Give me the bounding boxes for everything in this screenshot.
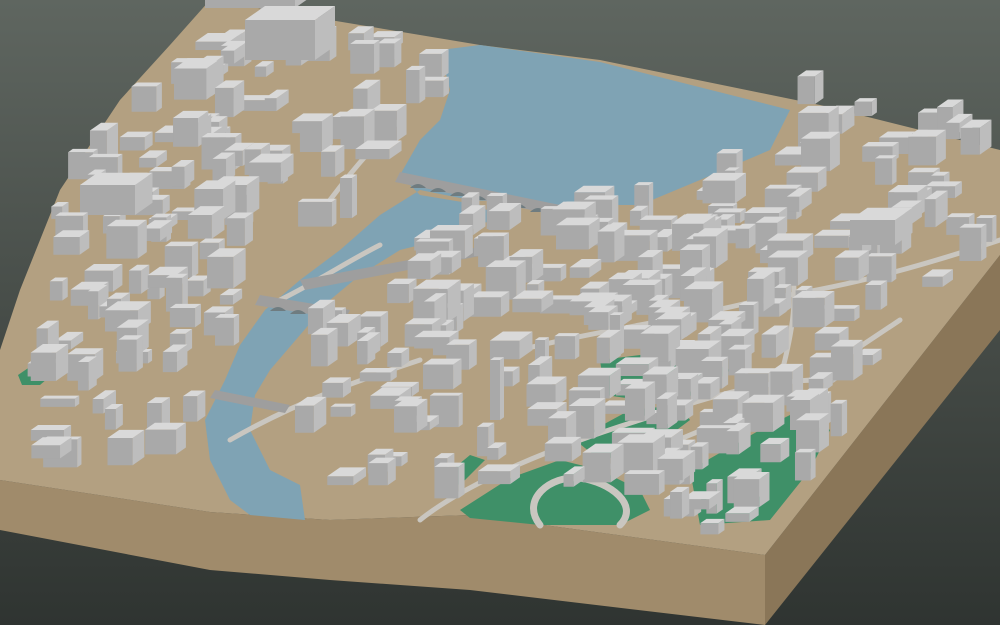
building <box>866 253 897 283</box>
building <box>733 471 770 508</box>
building <box>470 291 510 317</box>
building <box>207 248 246 289</box>
building <box>792 290 835 328</box>
building <box>119 131 153 151</box>
building <box>80 172 153 215</box>
building <box>377 38 402 68</box>
building <box>582 443 624 483</box>
building <box>796 413 829 453</box>
building <box>423 358 462 390</box>
building <box>322 377 351 398</box>
building <box>760 437 790 463</box>
building <box>226 212 253 246</box>
building <box>131 82 162 112</box>
building <box>298 198 337 227</box>
building <box>169 303 201 328</box>
building <box>554 333 580 360</box>
building <box>174 60 218 100</box>
building <box>702 172 746 204</box>
building <box>960 119 992 155</box>
building <box>490 357 504 420</box>
building <box>183 390 206 422</box>
building <box>597 224 625 263</box>
building <box>624 470 665 495</box>
city-model-canvas <box>0 0 1000 625</box>
building <box>700 518 725 535</box>
building <box>670 486 690 519</box>
building <box>299 113 333 153</box>
building <box>370 104 407 142</box>
building <box>830 339 863 381</box>
building <box>544 436 582 462</box>
building <box>959 223 987 262</box>
building <box>215 314 240 346</box>
building <box>330 403 356 417</box>
building <box>106 219 147 259</box>
building <box>797 70 824 105</box>
building <box>350 40 380 74</box>
building <box>394 398 428 433</box>
building <box>908 129 946 166</box>
building <box>30 344 69 381</box>
building <box>640 325 681 362</box>
building <box>186 275 211 297</box>
building <box>53 230 90 255</box>
building <box>359 367 397 382</box>
building <box>854 98 877 117</box>
building <box>875 155 897 185</box>
building <box>128 264 150 294</box>
building <box>49 277 68 301</box>
building <box>77 356 97 391</box>
building <box>477 464 520 485</box>
building <box>834 250 869 281</box>
building <box>40 395 80 407</box>
building <box>656 392 677 429</box>
building <box>406 65 426 104</box>
building <box>368 457 396 486</box>
building <box>214 80 245 118</box>
building <box>340 174 357 218</box>
building <box>735 223 756 249</box>
building <box>321 145 345 177</box>
building <box>624 381 656 421</box>
building <box>387 278 417 304</box>
building <box>145 422 186 455</box>
building <box>830 399 848 437</box>
building <box>556 217 600 250</box>
building <box>865 280 888 310</box>
building <box>310 327 338 367</box>
building <box>801 131 840 172</box>
building <box>526 376 567 407</box>
city-model-view <box>0 0 1000 625</box>
building <box>107 429 145 466</box>
building <box>245 6 335 60</box>
building <box>118 335 143 372</box>
building <box>434 462 465 499</box>
building <box>794 448 816 481</box>
building <box>104 404 123 430</box>
